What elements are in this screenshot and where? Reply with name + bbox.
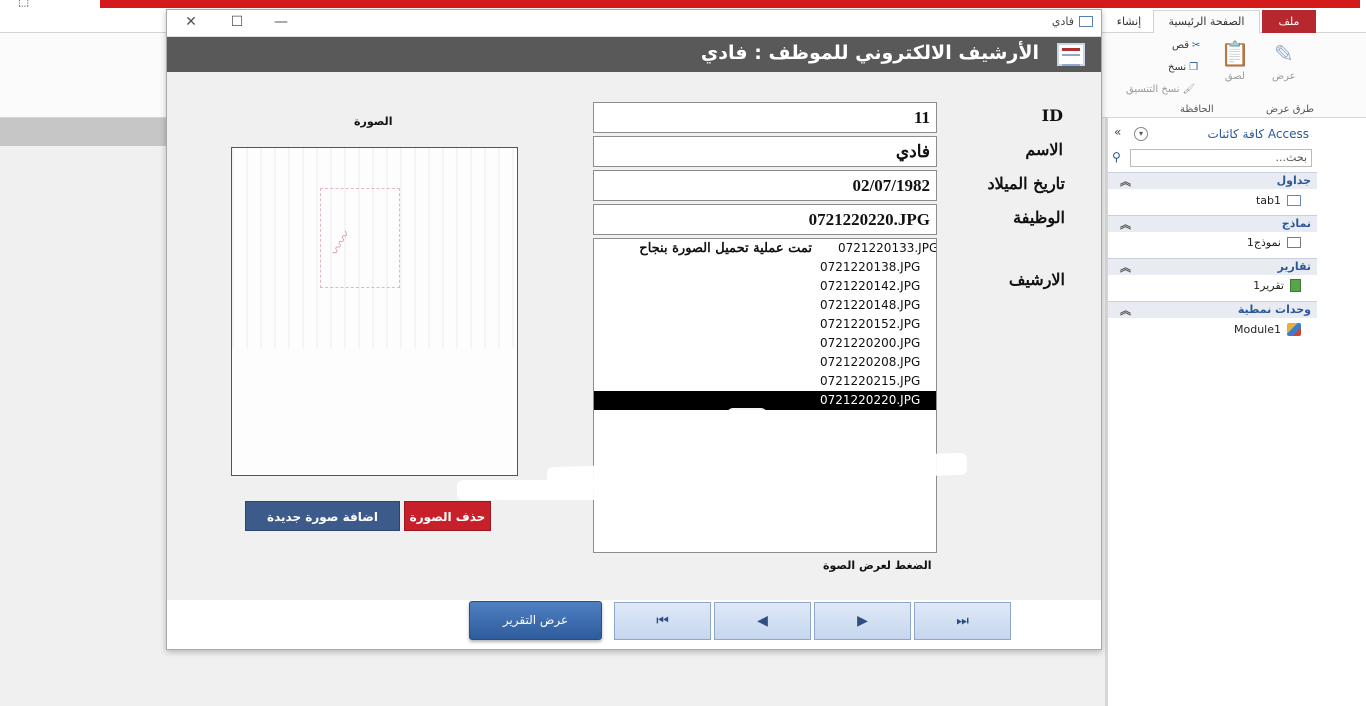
chevron-up-icon: ︽	[1120, 304, 1131, 317]
photo-label: الصورة	[354, 115, 393, 128]
format-painter-label: نسخ التنسيق	[1126, 84, 1180, 95]
copy-button[interactable]: نسخ ❐	[1168, 62, 1198, 73]
maximize-icon[interactable]: ☐	[227, 14, 247, 30]
redaction-mark	[727, 408, 767, 438]
list-item[interactable]: 0721220208.JPG	[594, 353, 936, 372]
name-label: الاسم	[1025, 140, 1063, 159]
nav-section-label: تقارير	[1277, 260, 1311, 273]
add-photo-button[interactable]: اضافة صورة جديدة	[245, 501, 400, 531]
dob-label: تاريخ الميلاد	[987, 174, 1065, 193]
list-item[interactable]: 0721220138.JPG	[594, 258, 936, 277]
first-record-button[interactable]: ⏮	[614, 602, 711, 640]
chevron-up-icon: ︽	[1120, 261, 1131, 274]
next-record-button[interactable]: ▶	[814, 602, 911, 640]
nav-section-label: جداول	[1276, 174, 1311, 187]
view-label: عرض	[1272, 71, 1296, 82]
view-button[interactable]: ✎ عرض	[1272, 40, 1296, 82]
view-icon: ✎	[1273, 40, 1294, 68]
module-icon	[1287, 323, 1301, 336]
archive-list[interactable]: 0721220133.JPG تمت عملية تحميل الصورة بن…	[593, 238, 937, 553]
cut-button[interactable]: قص ✂	[1172, 40, 1200, 51]
list-item[interactable]: 0721220215.JPG	[594, 372, 936, 391]
last-record-icon: ⏭	[956, 613, 969, 629]
list-item-selected[interactable]: 0721220220.JPG	[594, 391, 936, 410]
chevron-up-icon: ︽	[1120, 175, 1131, 188]
paste-icon: 📋	[1220, 40, 1250, 68]
nav-section-label: وحدات نمطية	[1237, 303, 1311, 316]
copy-label: نسخ	[1168, 62, 1187, 73]
nav-title[interactable]: كافة كائنات Access	[1207, 127, 1309, 141]
last-record-button[interactable]: ⏭	[914, 602, 1011, 640]
delete-photo-button[interactable]: حذف الصورة	[404, 501, 491, 531]
nav-item-form[interactable]: نموذج1	[1247, 236, 1301, 249]
archive-label: الارشيف	[1008, 270, 1065, 289]
table-icon	[1287, 195, 1301, 206]
list-item[interactable]: 0721220152.JPG	[594, 315, 936, 334]
nav-item-module[interactable]: Module1	[1234, 323, 1301, 336]
copy-icon: ❐	[1189, 62, 1199, 73]
list-item[interactable]: 0721220142.JPG	[594, 277, 936, 296]
chevron-up-icon: ︽	[1120, 218, 1131, 231]
job-label: الوظيفة	[1013, 208, 1065, 227]
form-tab[interactable]: فادي	[1052, 15, 1093, 28]
form-header: الأرشيف الالكتروني للموظف : فادي	[167, 37, 1101, 72]
first-record-icon: ⏮	[656, 613, 669, 629]
tab-file[interactable]: ملف	[1262, 10, 1316, 33]
nav-section-reports[interactable]: ︽ تقارير	[1108, 258, 1317, 275]
report-icon	[1290, 279, 1301, 292]
nav-section-forms[interactable]: ︽ نماذج	[1108, 215, 1317, 232]
name-field[interactable]: فادي	[593, 136, 937, 167]
paste-button[interactable]: 📋 لصق	[1220, 40, 1250, 82]
form-header-icon	[1057, 43, 1085, 66]
nav-item-table[interactable]: tab1	[1256, 194, 1301, 207]
status-message: تمت عملية تحميل الصورة بنجاح	[639, 241, 812, 256]
dob-field[interactable]: 02/07/1982	[593, 170, 937, 201]
photo-preview[interactable]: 〰〰	[231, 147, 518, 476]
next-record-icon: ▶	[857, 613, 868, 629]
id-field[interactable]: 11	[593, 102, 937, 133]
nav-item-report[interactable]: تقرير1	[1253, 279, 1301, 292]
job-field[interactable]: 0721220220.JPG	[593, 204, 937, 235]
nav-section-tables[interactable]: ︽ جداول	[1108, 172, 1317, 189]
previous-record-icon: ◀	[757, 613, 768, 629]
navigation-pane: « ▾ كافة كائنات Access بحث... ⚲ ︽ جداول …	[1105, 118, 1317, 706]
tab-home[interactable]: الصفحة الرئيسية	[1153, 10, 1260, 33]
form-tab-label: فادي	[1051, 15, 1074, 28]
window-menu-icon[interactable]: ⬚	[18, 0, 29, 8]
form-icon	[1079, 16, 1093, 27]
cut-label: قص	[1172, 40, 1190, 51]
nav-item-label: نموذج1	[1246, 236, 1281, 249]
nav-item-label: tab1	[1255, 194, 1281, 207]
title-bar-strip	[100, 0, 1360, 8]
paste-label: لصق	[1224, 71, 1245, 82]
close-icon[interactable]: ✕	[181, 14, 201, 30]
nav-section-modules[interactable]: ︽ وحدات نمطية	[1108, 301, 1317, 318]
id-label: ID	[1041, 106, 1063, 125]
brush-icon: 🖌	[1182, 84, 1196, 95]
page-title: الأرشيف الالكتروني للموظف : فادي	[700, 42, 1039, 64]
minimize-icon[interactable]: —	[271, 14, 291, 30]
tab-create[interactable]: إنشاء	[1108, 10, 1150, 33]
chevron-down-icon[interactable]: ▾	[1134, 127, 1148, 141]
scissors-icon: ✂	[1192, 40, 1201, 51]
list-item[interactable]: 0721220200.JPG	[594, 334, 936, 353]
archive-hint: الضغط لعرض الصوة	[823, 559, 932, 572]
group-views-label: طرق عرض	[1266, 104, 1314, 115]
form-tab-bar: ✕ ☐ — فادي	[167, 10, 1101, 37]
form-icon	[1287, 237, 1301, 248]
search-input[interactable]: بحث...	[1130, 149, 1312, 167]
workspace-band	[0, 118, 168, 146]
show-report-button[interactable]: عرض التقرير	[469, 601, 602, 640]
list-item[interactable]: 0721220148.JPG	[594, 296, 936, 315]
form-window: ✕ ☐ — فادي الأرشيف الالكتروني للموظف : ف…	[166, 9, 1102, 650]
nav-header: « ▾ كافة كائنات Access	[1108, 124, 1317, 146]
collapse-pane-icon[interactable]: «	[1114, 125, 1121, 139]
nav-section-label: نماذج	[1281, 217, 1311, 230]
nav-item-label: تقرير1	[1253, 279, 1284, 292]
previous-record-button[interactable]: ◀	[714, 602, 811, 640]
nav-item-label: Module1	[1234, 323, 1281, 336]
search-icon[interactable]: ⚲	[1112, 150, 1121, 164]
format-painter-button[interactable]: نسخ التنسيق 🖌	[1126, 84, 1195, 95]
group-clipboard-label: الحافظة	[1180, 104, 1214, 115]
